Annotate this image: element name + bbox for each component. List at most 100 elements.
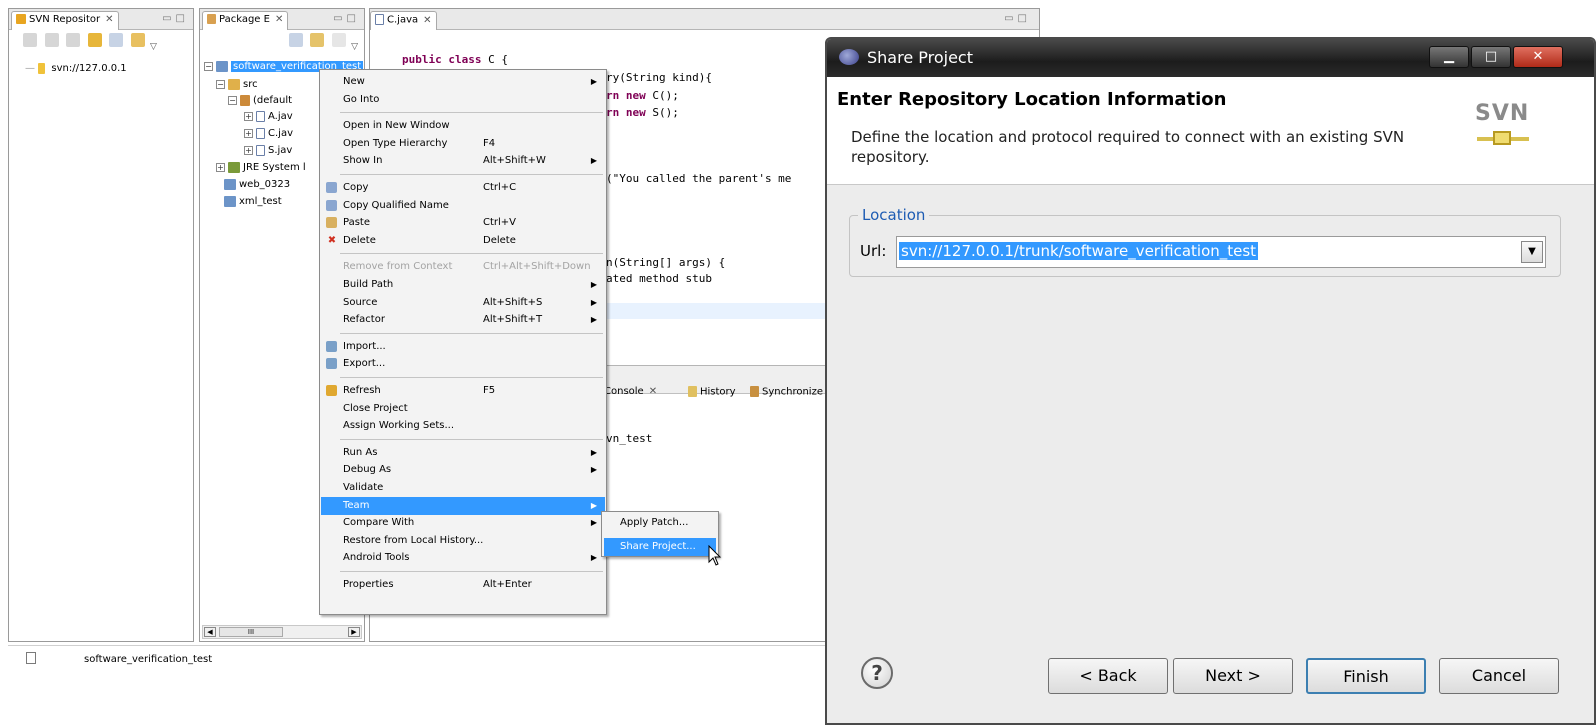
menu-item-shortcut: Alt+Shift+W bbox=[483, 155, 546, 167]
url-combobox[interactable]: svn://127.0.0.1/trunk/software_verificat… bbox=[896, 236, 1546, 268]
scroll-left-icon[interactable]: ◀ bbox=[204, 627, 216, 637]
fast-view-icon[interactable] bbox=[26, 652, 36, 664]
cancel-button[interactable]: Cancel bbox=[1439, 658, 1559, 694]
menu-item-paste[interactable]: Paste Ctrl+V bbox=[321, 214, 605, 232]
menu-item-copy[interactable]: Copy Ctrl+C bbox=[321, 179, 605, 197]
code-line[interactable]: ry(String kind){ bbox=[606, 71, 712, 84]
back-button[interactable]: < Back bbox=[1048, 658, 1168, 694]
link-editor-icon[interactable] bbox=[310, 33, 325, 47]
menu-item-build-path[interactable]: Build Path ▶ bbox=[321, 276, 605, 294]
home-icon[interactable] bbox=[23, 33, 37, 47]
menu-item-copy-qualified-name[interactable]: Copy Qualified Name bbox=[321, 197, 605, 215]
tree-item-web[interactable]: web_0323 bbox=[224, 177, 290, 193]
minimize-maximize-icons[interactable]: ▭□ bbox=[1004, 13, 1031, 24]
view-menu-icon[interactable]: ▽ bbox=[150, 42, 157, 52]
menu-item-validate[interactable]: Validate bbox=[321, 479, 605, 497]
view-menu-icon[interactable]: ▽ bbox=[351, 42, 358, 52]
menu-item-close-project[interactable]: Close Project bbox=[321, 400, 605, 418]
menu-item-debug-as[interactable]: Debug As ▶ bbox=[321, 461, 605, 479]
menu-item-source[interactable]: Source Alt+Shift+S ▶ bbox=[321, 294, 605, 312]
scroll-thumb[interactable]: III bbox=[219, 627, 283, 637]
source-folder-icon bbox=[228, 78, 240, 90]
menu-item-go-into[interactable]: Go Into bbox=[321, 91, 605, 109]
add-repository-icon[interactable] bbox=[130, 33, 145, 47]
submenu-arrow-icon: ▶ bbox=[590, 156, 597, 166]
collapse-all-icon[interactable] bbox=[109, 33, 123, 47]
svn-repo-item[interactable]: — svn://127.0.0.1 bbox=[25, 61, 127, 77]
tab-console[interactable]: Console ✕ bbox=[604, 386, 657, 397]
collapse-all-icon[interactable] bbox=[288, 33, 303, 47]
collapse-toggle[interactable]: − bbox=[228, 95, 237, 105]
scroll-right-icon[interactable]: ▶ bbox=[348, 627, 360, 637]
tree-item-src[interactable]: − src bbox=[216, 77, 258, 93]
minimize-maximize-icons[interactable]: ▭□ bbox=[162, 13, 189, 24]
finish-button[interactable]: Finish bbox=[1306, 658, 1426, 694]
menu-item-compare-with[interactable]: Compare With ▶ bbox=[321, 514, 605, 532]
code-line[interactable]: ("You called the parent's me bbox=[606, 172, 791, 185]
menu-item-team[interactable]: Team ▶ bbox=[321, 496, 605, 515]
menu-item-restore-from-local-history[interactable]: Restore from Local History... bbox=[321, 532, 605, 550]
tree-item-file[interactable]: + A.jav bbox=[244, 109, 293, 125]
tab-svn-repositories[interactable]: SVN Repositor ✕ bbox=[11, 11, 119, 30]
menu-item-export[interactable]: Export... bbox=[321, 355, 605, 373]
minimize-button[interactable]: ▁ bbox=[1429, 46, 1469, 68]
expand-toggle[interactable]: + bbox=[244, 111, 253, 121]
code-line[interactable]: rn new C(); bbox=[606, 89, 679, 102]
chevron-down-icon[interactable]: ▼ bbox=[1521, 241, 1543, 263]
code-line[interactable]: public class C { bbox=[402, 53, 508, 66]
tree-item-jre[interactable]: + JRE System l bbox=[216, 160, 306, 176]
tab-synchronize[interactable]: Synchronize bbox=[750, 386, 823, 398]
url-input[interactable]: svn://127.0.0.1/trunk/software_verificat… bbox=[899, 242, 1259, 260]
tree-item-file[interactable]: + S.jav bbox=[244, 143, 292, 159]
expand-toggle[interactable]: + bbox=[216, 162, 225, 172]
expand-toggle[interactable]: + bbox=[244, 128, 253, 138]
close-icon[interactable]: ✕ bbox=[649, 386, 657, 397]
close-icon[interactable]: ✕ bbox=[105, 14, 113, 25]
menu-item-run-as[interactable]: Run As ▶ bbox=[321, 444, 605, 462]
code-line[interactable]: ated method stub bbox=[606, 272, 712, 285]
menu-item-refresh[interactable]: Refresh F5 bbox=[321, 382, 605, 400]
mouse-cursor-icon bbox=[708, 545, 722, 566]
menu-item-android-tools[interactable]: Android Tools ▶ bbox=[321, 549, 605, 567]
maximize-button[interactable]: □ bbox=[1471, 46, 1511, 68]
filter-icon[interactable] bbox=[331, 33, 346, 47]
back-arrow-icon[interactable] bbox=[44, 33, 59, 47]
menu-item-assign-working-sets[interactable]: Assign Working Sets... bbox=[321, 417, 605, 435]
close-button[interactable]: ✕ bbox=[1513, 46, 1563, 68]
code-line[interactable]: n(String[] args) { bbox=[606, 256, 725, 269]
tree-item-file[interactable]: + C.jav bbox=[244, 126, 293, 142]
minimize-maximize-icons[interactable]: ▭□ bbox=[333, 13, 360, 24]
tree-item-default-package[interactable]: − (default bbox=[228, 93, 292, 109]
tab-package-explorer[interactable]: Package E ✕ bbox=[202, 11, 289, 30]
forward-arrow-icon[interactable] bbox=[66, 33, 80, 47]
tab-history[interactable]: History bbox=[688, 386, 736, 398]
menu-separator bbox=[340, 377, 603, 378]
menu-item-shortcut: F5 bbox=[483, 385, 496, 396]
code-line[interactable]: rn new S(); bbox=[606, 106, 679, 119]
help-icon[interactable]: ? bbox=[861, 657, 893, 689]
dialog-title-bar[interactable]: Share Project ▁ □ ✕ bbox=[827, 39, 1594, 77]
menu-item-delete[interactable]: ✖ Delete Delete bbox=[321, 232, 605, 250]
menu-separator bbox=[340, 112, 603, 114]
menu-item-apply-patch[interactable]: Apply Patch... bbox=[604, 514, 716, 532]
tree-item-xml[interactable]: xml_test bbox=[224, 194, 282, 210]
close-icon[interactable]: ✕ bbox=[275, 14, 283, 25]
menu-item-open-in-new-window[interactable]: Open in New Window bbox=[321, 117, 605, 135]
horizontal-scrollbar[interactable]: ◀ III ▶ bbox=[202, 625, 362, 639]
refresh-icon[interactable] bbox=[87, 33, 102, 47]
tab-c-java[interactable]: C.java ✕ bbox=[370, 11, 437, 30]
collapse-toggle[interactable]: − bbox=[216, 79, 225, 89]
menu-item-share-project[interactable]: Share Project... bbox=[604, 538, 716, 556]
copy-icon bbox=[326, 199, 337, 211]
expand-toggle[interactable]: + bbox=[244, 145, 253, 155]
close-icon[interactable]: ✕ bbox=[423, 15, 431, 26]
menu-item-show-in[interactable]: Show In Alt+Shift+W ▶ bbox=[321, 152, 605, 170]
menu-item-properties[interactable]: Properties Alt+Enter bbox=[321, 576, 605, 594]
java-file-icon bbox=[256, 127, 265, 139]
next-button[interactable]: Next > bbox=[1173, 658, 1293, 694]
menu-item-new[interactable]: New ▶ bbox=[321, 73, 605, 91]
menu-item-import[interactable]: Import... bbox=[321, 338, 605, 356]
menu-item-refactor[interactable]: Refactor Alt+Shift+T ▶ bbox=[321, 311, 605, 329]
collapse-toggle[interactable]: − bbox=[204, 61, 213, 71]
menu-item-open-type-hierarchy[interactable]: Open Type Hierarchy F4 bbox=[321, 135, 605, 153]
